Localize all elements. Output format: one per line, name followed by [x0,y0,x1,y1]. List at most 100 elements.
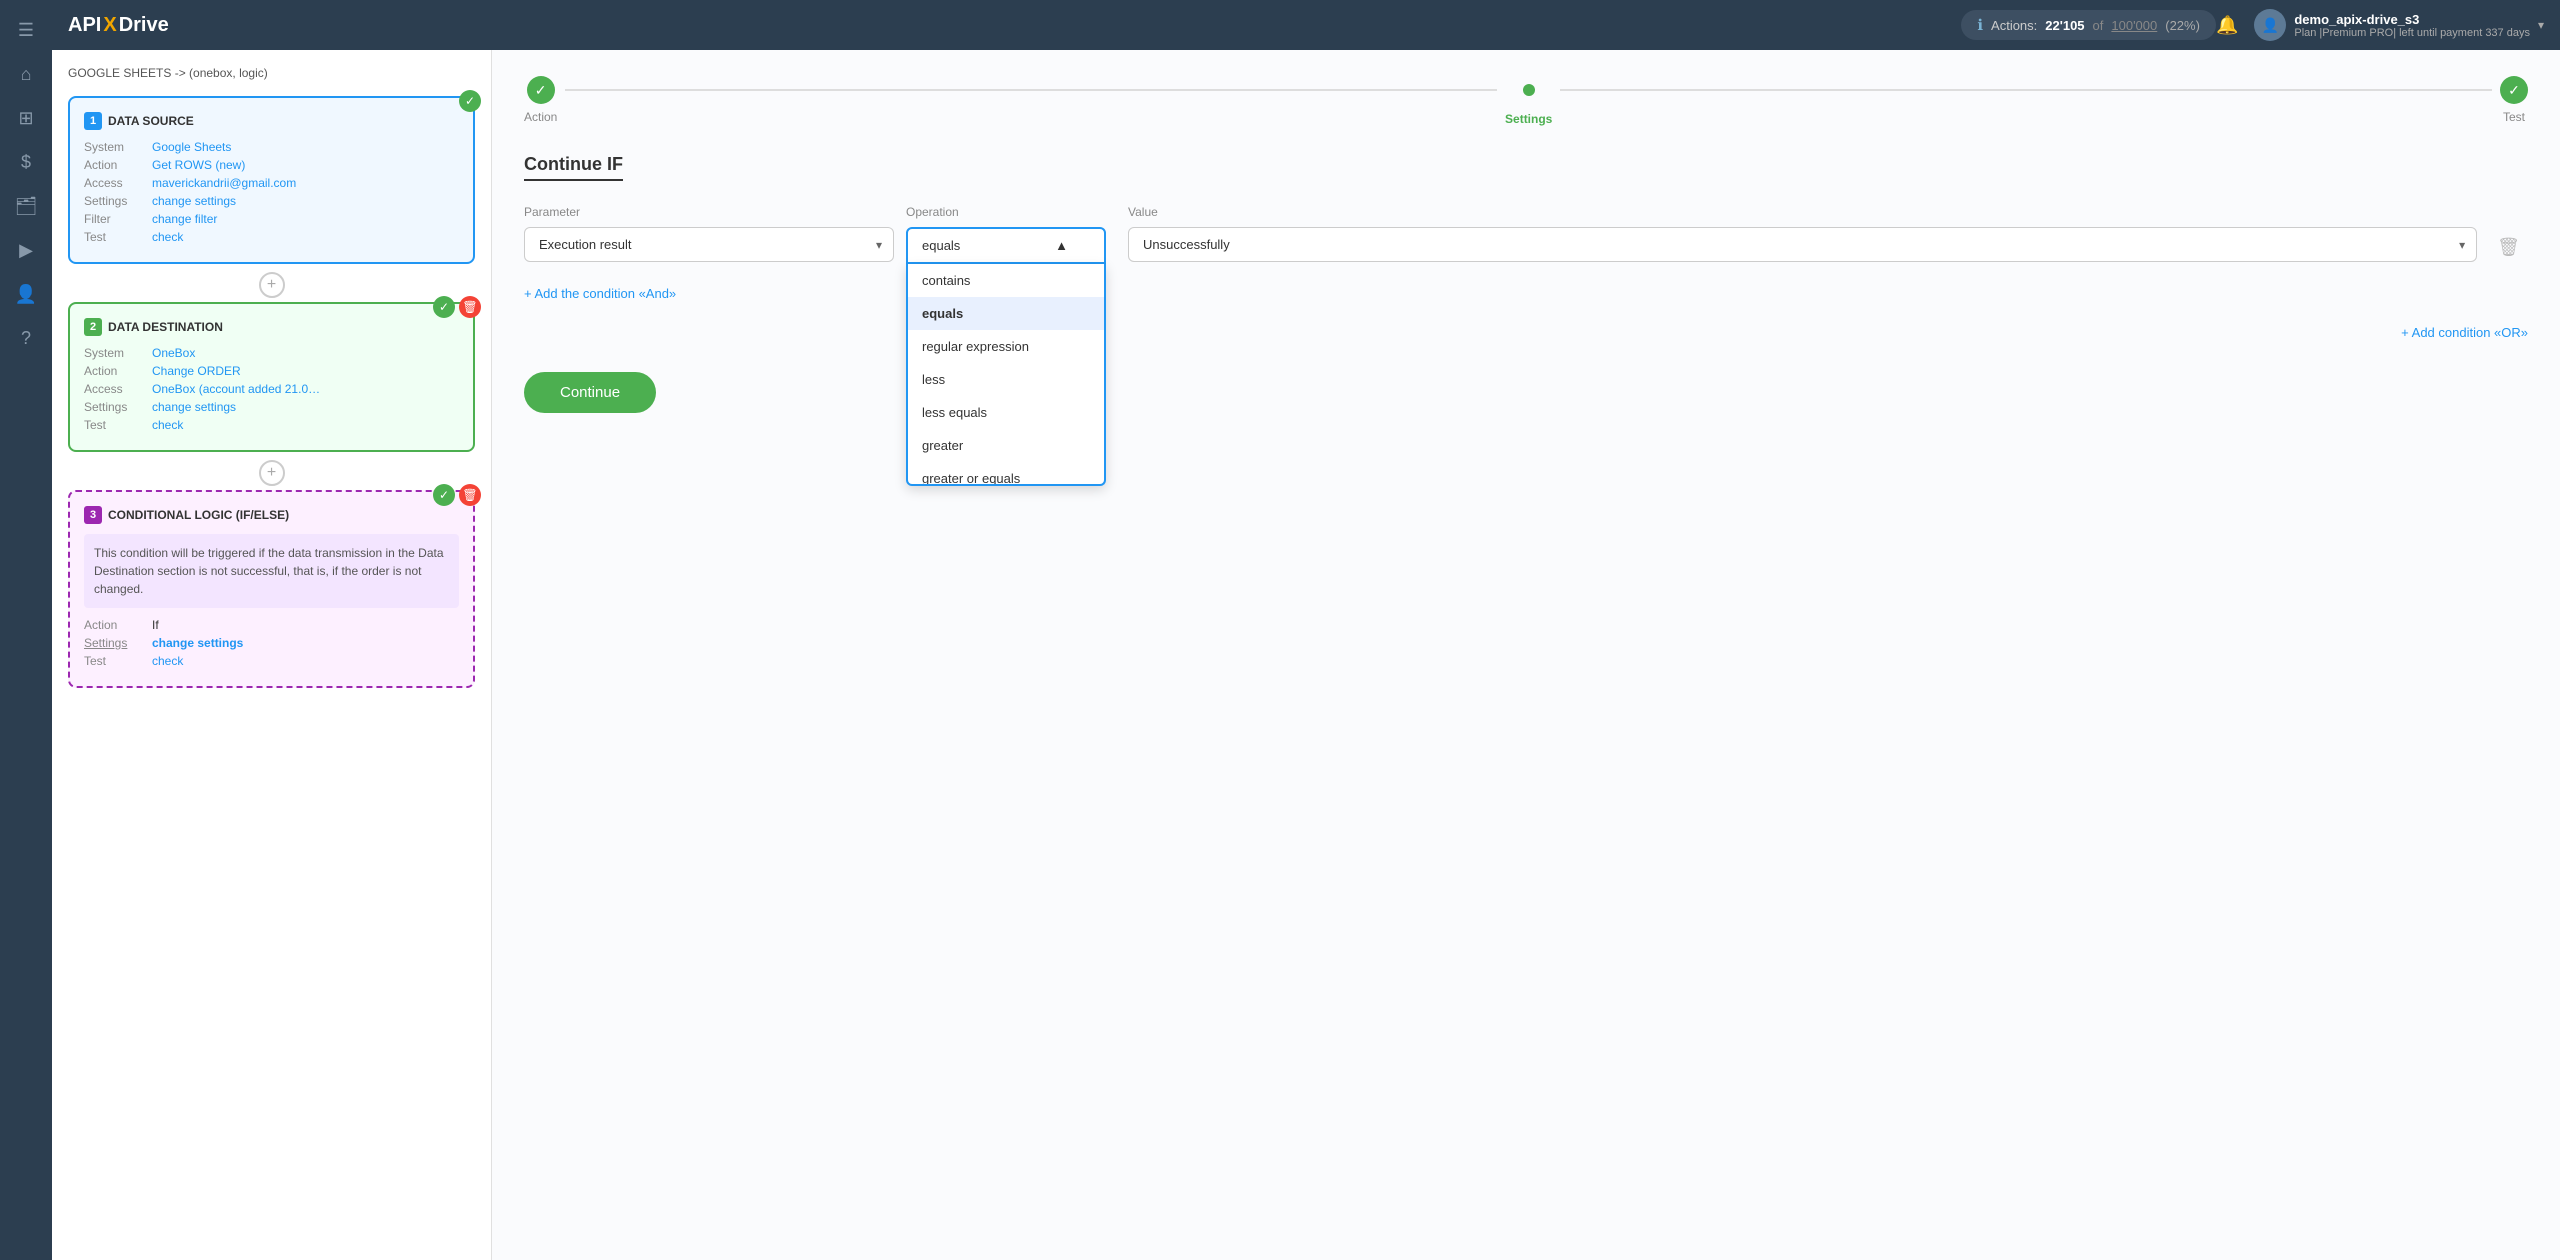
param-select[interactable]: Execution result [524,227,894,262]
op-option-less-equals[interactable]: less equals [908,396,1104,429]
card2-title: DATA DESTINATION [108,320,223,334]
value-system2[interactable]: OneBox [152,346,195,360]
notification-bell[interactable]: 🔔 [2216,15,2238,36]
op-select-open: equals ▲ contains equals regular express… [906,227,1116,264]
op-option-greater-equals[interactable]: greater or equals [908,462,1104,484]
add-or-link[interactable]: + Add condition «OR» [2401,325,2528,340]
param-select-wrap: Execution result ▾ [524,227,894,262]
val-select[interactable]: Unsuccessfully [1128,227,2477,262]
continue-button[interactable]: Continue [524,372,656,413]
actions-total: 100'000 [2111,18,2157,33]
delete-condition-btn[interactable]: 🗑 [2489,229,2528,266]
sidebar-item-video[interactable]: ▶ [8,232,44,268]
card3-row-test: Test check [84,654,459,668]
op-option-equals[interactable]: equals [908,297,1104,330]
sidebar-item-home[interactable]: ⌂ [8,56,44,92]
flow-panel: GOOGLE SHEETS -> (onebox, logic) ✓ 1 DAT… [52,50,492,1260]
label-system2: System [84,346,144,360]
steps-bar: ✓ Action Settings ✓ Test [524,74,2528,126]
step-test-icon: ✓ [2500,76,2528,104]
chevron-down-icon: ▾ [2538,18,2544,32]
op-dropdown: contains equals regular expression less … [906,264,1106,486]
value-access[interactable]: maverickandrii@gmail.com [152,176,296,190]
sidebar-item-billing[interactable]: $ [8,144,44,180]
actions-of: of [2093,18,2104,33]
card2-row-access: Access OneBox (account added 21.0… [84,382,459,396]
value-action2[interactable]: Change ORDER [152,364,241,378]
actions-count: 22'105 [2045,18,2084,33]
card3-delete-btn[interactable]: 🗑 [459,484,481,506]
flow-card-1: ✓ 1 DATA SOURCE System Google Sheets Act… [68,96,475,264]
label-settings3: Settings [84,636,144,650]
value-system[interactable]: Google Sheets [152,140,231,154]
app-logo: APIXDrive [68,14,1961,37]
card2-row-settings: Settings change settings [84,400,459,414]
label-access: Access [84,176,144,190]
value-settings2[interactable]: change settings [152,400,236,414]
topbar-right: 🔔 👤 demo_apix-drive_s3 Plan |Premium PRO… [2216,9,2544,41]
value-filter[interactable]: change filter [152,212,217,226]
flow-card-3: ✓ 🗑 3 CONDITIONAL LOGIC (IF/ELSE) This c… [68,490,475,688]
user-section[interactable]: 👤 demo_apix-drive_s3 Plan |Premium PRO| … [2254,9,2544,41]
value-test[interactable]: check [152,230,183,244]
card2-num: 2 [84,318,102,336]
value-test2[interactable]: check [152,418,183,432]
val-select-wrap: Unsuccessfully ▾ [1128,227,2477,262]
label-access2: Access [84,382,144,396]
card2-row-system: System OneBox [84,346,459,360]
card1-row-test: Test check [84,230,459,244]
flow-card-2: ✓ 🗑 2 DATA DESTINATION System OneBox Act… [68,302,475,452]
sidebar-item-briefcase[interactable]: 🗂 [8,188,44,224]
card3-description: This condition will be triggered if the … [84,534,459,608]
op-option-regex[interactable]: regular expression [908,330,1104,363]
label-test3: Test [84,654,144,668]
value-settings[interactable]: change settings [152,194,236,208]
label-action: Action [84,158,144,172]
label-action2: Action [84,364,144,378]
sidebar-item-profile[interactable]: 👤 [8,276,44,312]
settings-panel: ✓ Action Settings ✓ Test Continue IF Par… [492,50,2560,1260]
card3-row-settings: Settings change settings [84,636,459,650]
info-icon: ℹ [1977,16,1983,34]
value-test3[interactable]: check [152,654,183,668]
sidebar-item-menu[interactable]: ☰ [8,12,44,48]
step-settings-dot [1523,84,1535,96]
card1-row-access: Access maverickandrii@gmail.com [84,176,459,190]
card2-check-icon: ✓ [433,296,455,318]
card3-title: CONDITIONAL LOGIC (IF/ELSE) [108,508,289,522]
user-info: demo_apix-drive_s3 Plan |Premium PRO| le… [2294,12,2530,39]
param-label: Parameter [524,205,894,219]
main-area: GOOGLE SHEETS -> (onebox, logic) ✓ 1 DAT… [52,50,2560,1260]
step-line-2 [1560,89,2492,91]
section-title: Continue IF [524,154,623,181]
actions-summary: ℹ Actions: 22'105 of 100'000 (22%) [1961,10,2216,40]
op-dropdown-scroll: contains equals regular expression less … [908,264,1104,484]
sidebar-item-help[interactable]: ? [8,320,44,356]
card2-row-action: Action Change ORDER [84,364,459,378]
add-connector-1[interactable]: + [259,272,285,298]
card3-num: 3 [84,506,102,524]
op-option-less[interactable]: less [908,363,1104,396]
op-select-trigger[interactable]: equals ▲ [906,227,1106,264]
avatar: 👤 [2254,9,2286,41]
value-access2[interactable]: OneBox (account added 21.0… [152,382,320,396]
sidebar-item-connections[interactable]: ⊞ [8,100,44,136]
step-test: ✓ Test [2500,76,2528,124]
continue-btn-wrap: Continue [524,364,2528,413]
logo-x: X [103,14,116,37]
card2-delete-btn[interactable]: 🗑 [459,296,481,318]
card1-num: 1 [84,112,102,130]
label-test2: Test [84,418,144,432]
op-option-greater[interactable]: greater [908,429,1104,462]
sidebar: ☰ ⌂ ⊞ $ 🗂 ▶ 👤 ? [0,0,52,1260]
step-settings: Settings [1505,74,1552,126]
label-filter: Filter [84,212,144,226]
breadcrumb: GOOGLE SHEETS -> (onebox, logic) [68,66,475,80]
add-connector-2[interactable]: + [259,460,285,486]
add-and-link[interactable]: + Add the condition «And» [524,286,676,301]
value-settings3[interactable]: change settings [152,636,243,650]
op-option-contains[interactable]: contains [908,264,1104,297]
value-action[interactable]: Get ROWS (new) [152,158,245,172]
label-system: System [84,140,144,154]
card1-row-action: Action Get ROWS (new) [84,158,459,172]
